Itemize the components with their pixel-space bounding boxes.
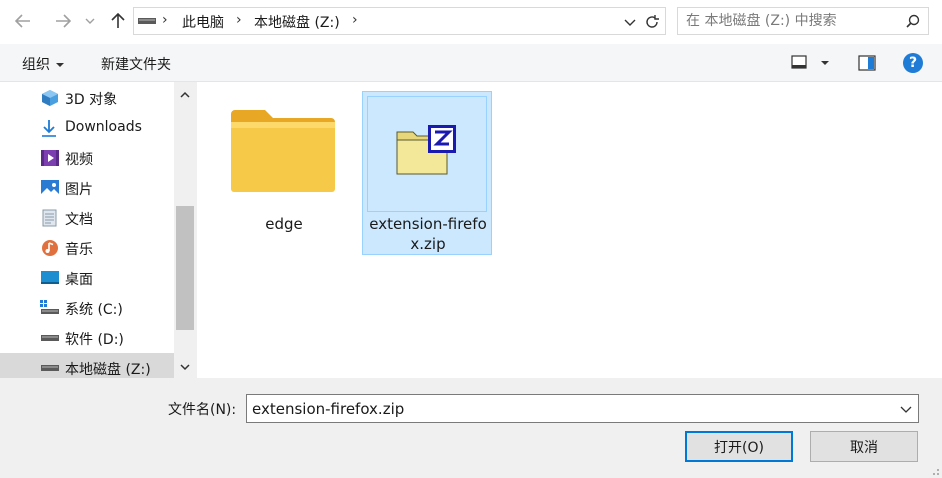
dialog-footer: 文件名(N): 打开(O) 取消 bbox=[0, 378, 942, 478]
sidebar-item-music[interactable]: 音乐 bbox=[0, 233, 174, 263]
zip-archive-icon bbox=[396, 125, 456, 175]
drive-icon bbox=[41, 365, 59, 371]
sidebar-item-videos[interactable]: 视频 bbox=[0, 143, 174, 173]
search-box[interactable] bbox=[677, 7, 929, 35]
system-drive-icon bbox=[40, 300, 59, 314]
sidebar-item-pictures[interactable]: 图片 bbox=[0, 173, 174, 203]
chevron-down-icon[interactable] bbox=[622, 14, 638, 30]
file-item-folder[interactable]: edge bbox=[219, 92, 349, 256]
help-button[interactable]: ? bbox=[903, 53, 923, 73]
desktop-icon bbox=[41, 271, 59, 284]
chevron-down-icon[interactable] bbox=[899, 402, 913, 416]
scroll-up-icon[interactable] bbox=[178, 88, 192, 102]
breadcrumb-separator: › bbox=[162, 12, 168, 28]
caret-down-icon bbox=[56, 63, 64, 67]
forward-button[interactable] bbox=[50, 8, 76, 34]
arrow-right-icon bbox=[56, 14, 71, 28]
resize-grip-icon[interactable] bbox=[928, 464, 940, 476]
breadcrumb-local-disk[interactable]: 本地磁盘 (Z:) bbox=[254, 12, 340, 32]
filename-input[interactable] bbox=[252, 399, 882, 418]
file-name-line2: x.zip bbox=[410, 235, 446, 253]
videos-icon bbox=[41, 150, 59, 166]
sidebar-item-software-drive[interactable]: 软件 (D:) bbox=[0, 323, 174, 353]
file-name: edge bbox=[265, 215, 303, 233]
file-item-zip[interactable]: extension-firefo x.zip bbox=[362, 91, 492, 255]
arrow-left-icon bbox=[15, 14, 30, 28]
new-folder-button[interactable]: 新建文件夹 bbox=[101, 54, 171, 74]
breadcrumb-separator: › bbox=[352, 12, 358, 28]
sidebar-item-label: Downloads bbox=[65, 119, 142, 135]
sidebar-item-label: 图片 bbox=[65, 182, 93, 198]
navigation-scrollbar[interactable] bbox=[174, 82, 196, 378]
drive-icon bbox=[41, 335, 59, 341]
sidebar-item-label: 音乐 bbox=[65, 242, 93, 258]
navigation-pane: 3D 对象 Downloads 视频 图片 文档 音乐 桌面 系统 (C:) 软… bbox=[0, 82, 196, 383]
breadcrumb-this-pc[interactable]: 此电脑 bbox=[182, 12, 224, 32]
scrollbar-thumb[interactable] bbox=[176, 206, 194, 330]
sidebar-item-3d-objects[interactable]: 3D 对象 bbox=[0, 83, 174, 113]
filename-label: 文件名(N): bbox=[168, 402, 237, 418]
organize-label: 组织 bbox=[22, 57, 50, 73]
pictures-icon bbox=[41, 180, 59, 196]
chevron-down-icon bbox=[85, 18, 95, 24]
organize-button[interactable]: 组织 bbox=[22, 54, 64, 74]
up-button[interactable] bbox=[105, 8, 131, 34]
address-row: › 此电脑 › 本地磁盘 (Z:) › bbox=[0, 0, 942, 44]
back-button[interactable] bbox=[10, 8, 36, 34]
sidebar-item-label: 软件 (D:) bbox=[65, 332, 124, 348]
cancel-button[interactable]: 取消 bbox=[810, 431, 918, 462]
view-options-caret-icon[interactable] bbox=[821, 61, 829, 65]
preview-pane-icon[interactable] bbox=[858, 55, 876, 71]
sidebar-item-label: 系统 (C:) bbox=[65, 302, 123, 318]
open-button[interactable]: 打开(O) bbox=[685, 431, 793, 462]
address-bar[interactable]: › 此电脑 › 本地磁盘 (Z:) › bbox=[133, 7, 666, 35]
recent-locations-button[interactable] bbox=[80, 8, 100, 34]
3d-objects-icon bbox=[42, 90, 58, 106]
sidebar-item-label: 桌面 bbox=[65, 272, 93, 288]
filename-combobox[interactable] bbox=[246, 394, 919, 423]
music-icon bbox=[42, 240, 58, 256]
view-icon[interactable] bbox=[791, 55, 807, 69]
toolbar: 组织 新建文件夹 ? bbox=[0, 44, 942, 82]
sidebar-item-documents[interactable]: 文档 bbox=[0, 203, 174, 233]
drive-icon bbox=[138, 18, 156, 24]
folder-icon bbox=[231, 110, 335, 192]
sidebar-item-downloads[interactable]: Downloads bbox=[0, 113, 174, 143]
arrow-up-icon bbox=[111, 13, 125, 28]
refresh-icon[interactable] bbox=[642, 12, 662, 32]
downloads-icon bbox=[42, 120, 56, 137]
sidebar-item-system-drive[interactable]: 系统 (C:) bbox=[0, 293, 174, 323]
sidebar-item-label: 3D 对象 bbox=[65, 92, 118, 108]
sidebar-item-desktop[interactable]: 桌面 bbox=[0, 263, 174, 293]
documents-icon bbox=[42, 209, 57, 227]
breadcrumb-separator: › bbox=[236, 12, 242, 28]
search-input[interactable] bbox=[686, 12, 896, 30]
file-name-line1: extension-firefo bbox=[369, 215, 487, 233]
search-icon[interactable] bbox=[906, 14, 920, 28]
file-list[interactable]: edge extension-firefo x.zip bbox=[197, 82, 942, 378]
sidebar-item-label: 本地磁盘 (Z:) bbox=[65, 362, 151, 378]
sidebar-item-label: 文档 bbox=[65, 212, 93, 228]
scroll-down-icon[interactable] bbox=[178, 360, 192, 374]
sidebar-item-label: 视频 bbox=[65, 152, 93, 168]
